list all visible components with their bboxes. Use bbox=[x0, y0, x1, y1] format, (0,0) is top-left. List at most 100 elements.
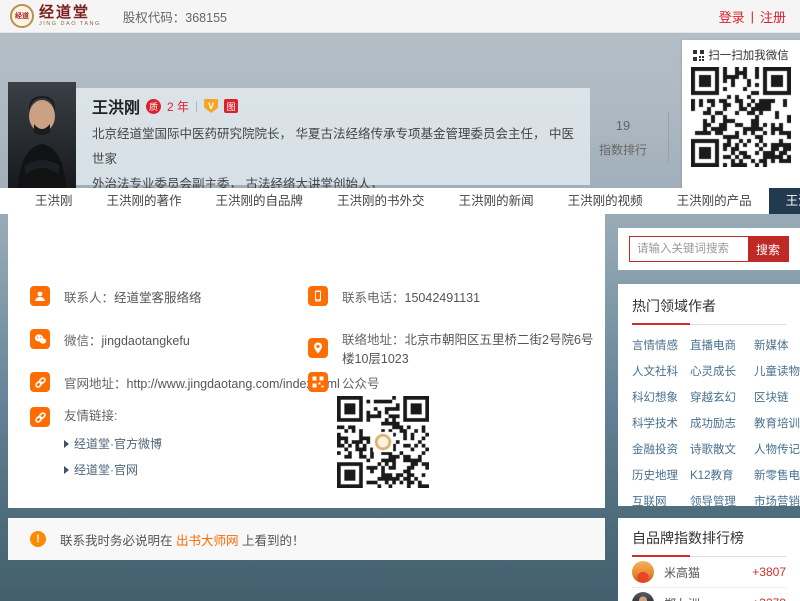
ranking-name: 米高猫 bbox=[664, 564, 700, 581]
notice-suffix: 上看到的！ bbox=[239, 534, 305, 548]
contact-address-item: 联络地址：北京市朝阳区五里桥二街2号院6号楼10层1023 bbox=[308, 329, 605, 367]
login-link[interactable]: 登录 bbox=[719, 7, 745, 26]
person-icon bbox=[30, 286, 50, 306]
contact-wechat-value: jingdaotangkefu bbox=[102, 334, 190, 348]
tag-link[interactable]: 领导管理 bbox=[690, 493, 754, 509]
tag-link[interactable]: 新媒体 bbox=[754, 337, 800, 353]
profile-name: 王洪刚 bbox=[92, 94, 140, 118]
tag-link[interactable]: 教育培训 bbox=[754, 415, 800, 431]
friend-link-icon bbox=[30, 407, 50, 427]
search-button[interactable]: 搜索 bbox=[748, 237, 788, 261]
brand-ranking-title: 自品牌指数排行榜 bbox=[632, 528, 786, 557]
contact-website-label: 官网地址： bbox=[64, 377, 127, 391]
tab-profile[interactable]: 王洪刚 bbox=[18, 188, 90, 214]
contact-person-item: 联系人：经道堂客服络络 bbox=[30, 286, 202, 306]
ranking-row[interactable]: 米高猫 +3807 bbox=[632, 557, 786, 588]
tag-link[interactable]: 互联网 bbox=[632, 493, 690, 509]
avatar bbox=[632, 592, 654, 601]
contact-phone-item: 联系电话：15042491131 bbox=[308, 286, 480, 306]
tag-link[interactable]: 区块链 bbox=[754, 389, 800, 405]
tab-videos[interactable]: 王洪刚的视频 bbox=[551, 188, 660, 214]
friend-links-block: 友情链接: 经道堂·官方微博 经道堂·官网 bbox=[30, 406, 162, 478]
tab-news[interactable]: 王洪刚的新闻 bbox=[442, 188, 551, 214]
brand-subtitle: JING DAO TANG bbox=[39, 22, 101, 28]
bio-line-1: 北京经道堂国际中医药研究院院长， 华夏古法经络传承专项基金管理委员会主任， 中医… bbox=[92, 122, 574, 172]
profile-photo bbox=[8, 82, 76, 189]
v-badge-icon: V bbox=[204, 99, 218, 113]
contact-gzh-label: 公众号 bbox=[342, 377, 380, 391]
contact-address-label: 联络地址： bbox=[342, 333, 405, 347]
hot-authors-title: 热门领域作者 bbox=[632, 296, 786, 325]
brand-ranking-card: 自品牌指数排行榜 米高猫 +3807 郑九洲 +3279 bbox=[618, 518, 800, 601]
media-badge-icon: 图 bbox=[224, 99, 238, 113]
tag-link[interactable]: 直播电商 bbox=[690, 337, 754, 353]
friend-links-label: 友情链接: bbox=[64, 406, 162, 426]
brand-logo[interactable]: 经道 经道堂 JING DAO TANG bbox=[10, 4, 101, 28]
cert-badge-icon: 质 bbox=[146, 99, 161, 114]
search-input[interactable] bbox=[630, 237, 748, 261]
ranking-score: +3807 bbox=[752, 565, 786, 579]
stat-divider bbox=[668, 112, 669, 164]
index-rank-value: 19 bbox=[583, 118, 663, 133]
search-card: 搜索 bbox=[618, 228, 800, 270]
tag-link[interactable]: 市场营销 bbox=[754, 493, 800, 509]
tag-link[interactable]: 人物传记 bbox=[754, 441, 800, 457]
profile-bio: 北京经道堂国际中医药研究院院长， 华夏古法经络传承专项基金管理委员会主任， 中医… bbox=[92, 122, 574, 197]
tag-link[interactable]: K12教育 bbox=[690, 467, 754, 483]
wechat-qr-panel: 扫一扫加我微信 bbox=[682, 40, 800, 190]
contact-person-label: 联系人： bbox=[64, 291, 114, 305]
avatar bbox=[632, 561, 654, 583]
auth-divider: | bbox=[751, 9, 754, 24]
contact-wechat-label: 微信： bbox=[64, 334, 102, 348]
tag-link[interactable]: 穿越玄幻 bbox=[690, 389, 754, 405]
tag-link[interactable]: 人文社科 bbox=[632, 363, 690, 379]
phone-icon bbox=[308, 286, 328, 306]
tag-link[interactable]: 心灵成长 bbox=[690, 363, 754, 379]
top-bar: 经道 经道堂 JING DAO TANG 股权代码：368155 登录 | 注册 bbox=[0, 0, 800, 33]
tab-contact[interactable]: 王洪刚的联系方式 bbox=[769, 188, 800, 214]
wechat-scan-title: 扫一扫加我微信 bbox=[708, 47, 789, 63]
triangle-bullet-icon bbox=[64, 440, 69, 448]
contact-person-value: 经道堂客服络络 bbox=[114, 291, 202, 305]
auth-links: 登录 | 注册 bbox=[719, 7, 786, 26]
tab-self-brand[interactable]: 王洪刚的自品牌 bbox=[199, 188, 321, 214]
tag-link[interactable]: 科幻想象 bbox=[632, 389, 690, 405]
profile-photo-image bbox=[8, 82, 76, 189]
ranking-row[interactable]: 郑九洲 +3279 bbox=[632, 588, 786, 601]
contact-website-item: 官网地址：http://www.jingdaotang.com/index.ht… bbox=[30, 372, 340, 392]
contact-phone-label: 联系电话： bbox=[342, 291, 405, 305]
tag-link[interactable]: 言情情感 bbox=[632, 337, 690, 353]
tag-link[interactable]: 金融投资 bbox=[632, 441, 690, 457]
tag-link[interactable]: 新零售电商 bbox=[754, 467, 800, 483]
tab-works[interactable]: 王洪刚的著作 bbox=[90, 188, 199, 214]
index-rank-stat[interactable]: 19 指数排行 bbox=[583, 118, 663, 158]
tab-book-diplomacy[interactable]: 王洪刚的书外交 bbox=[320, 188, 442, 214]
qr-icon bbox=[308, 372, 328, 392]
notice-bar: ! 联系我时务必说明在 出书大师网 上看到的！ bbox=[8, 518, 605, 560]
location-icon bbox=[308, 338, 328, 358]
tag-link[interactable]: 儿童读物 bbox=[754, 363, 800, 379]
wechat-icon bbox=[30, 329, 50, 349]
hot-authors-card: 热门领域作者 言情情感 直播电商 新媒体 人文社科 心灵成长 儿童读物 科幻想象… bbox=[618, 284, 800, 506]
friend-link-website[interactable]: 经道堂·官网 bbox=[64, 461, 162, 478]
tag-link[interactable]: 历史地理 bbox=[632, 467, 690, 483]
register-link[interactable]: 注册 bbox=[760, 7, 786, 26]
ranking-score: +3279 bbox=[752, 596, 786, 601]
triangle-bullet-icon bbox=[64, 466, 69, 474]
seal-logo-icon: 经道 bbox=[10, 4, 34, 28]
notice-prefix: 联系我时务必说明在 bbox=[60, 534, 176, 548]
index-rank-label: 指数排行 bbox=[583, 141, 663, 158]
tab-products[interactable]: 王洪刚的产品 bbox=[660, 188, 769, 214]
ranking-name: 郑九洲 bbox=[664, 595, 700, 601]
years-badge: 2 年 bbox=[167, 98, 189, 115]
tag-link[interactable]: 诗歌散文 bbox=[690, 441, 754, 457]
badge-divider: | bbox=[195, 99, 198, 113]
chushudashi-link[interactable]: 出书大师网 bbox=[176, 534, 239, 548]
alert-icon: ! bbox=[30, 531, 46, 547]
friend-link-weibo[interactable]: 经道堂·官方微博 bbox=[64, 435, 162, 452]
stock-code-label: 股权代码：368155 bbox=[123, 7, 227, 26]
tag-link[interactable]: 科学技术 bbox=[632, 415, 690, 431]
profile-info-panel: 王洪刚 质 2 年 | V 图 北京经道堂国际中医药研究院院长， 华夏古法经络传… bbox=[76, 88, 590, 185]
tag-link[interactable]: 成功励志 bbox=[690, 415, 754, 431]
brand-name: 经道堂 bbox=[39, 5, 101, 20]
